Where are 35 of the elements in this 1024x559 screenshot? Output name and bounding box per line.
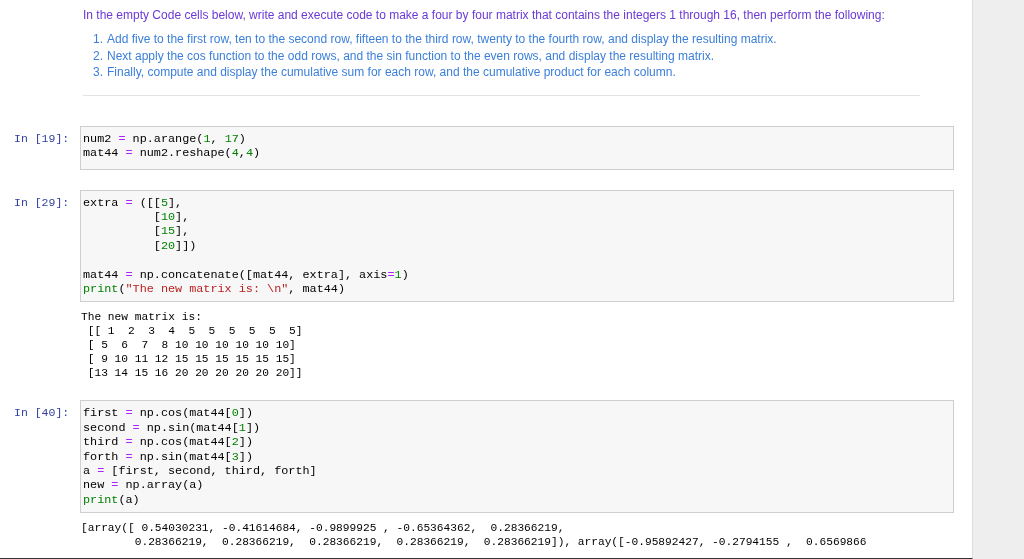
output-line: 0.28366219, 0.28366219, 0.28366219, 0.28366219, 0.28366219]), array([-0.95892427, -0.2794155 , 0.6569866 xyxy=(133,535,868,550)
code-line: print("The new matrix is: \n", mat44) xyxy=(83,281,346,297)
cell-prompt: In [40]: xyxy=(13,405,71,421)
output-line: [ 9 10 11 12 15 15 15 15 15 15] xyxy=(86,352,297,367)
code-cell[interactable]: extra = ([[5], [10], [15], [20]]) mat44 = np.concatenate([mat44, extra], axis=1) print("The new matrix is: \n", mat44) xyxy=(80,189,954,303)
step-number: 2. xyxy=(93,47,103,64)
code-line: first = np.cos(mat44[0]) xyxy=(83,406,254,421)
code-line: new = np.array(a) xyxy=(83,478,205,493)
step-text: Next apply the cos function to the odd rows, and the sin function to the even rows, and display the resulting matrix. xyxy=(107,47,715,64)
code-line: [10], xyxy=(152,209,191,225)
code-line: forth = np.sin(mat44[3]) xyxy=(83,449,254,464)
code-line: num2 = np.arange(1, 17) xyxy=(83,131,247,146)
output-line: [array([ 0.54030231, -0.41614684, -0.9899925 , -0.65364362, 0.28366219, xyxy=(81,521,566,536)
code-line: second = np.sin(mat44[1]) xyxy=(83,420,262,436)
code-cell[interactable]: first = np.cos(mat44[0]) second = np.sin(mat44[1]) third = np.cos(mat44[2]) forth = np.sin(mat44[3]) a = [first, second, third, forth] new = np.array(a) print(a) xyxy=(80,400,954,514)
code-line: a = [first, second, third, forth] xyxy=(83,463,318,479)
cell-prompt: In [19]: xyxy=(13,130,71,146)
cell-prompt: In [29]: xyxy=(13,194,71,210)
output-line: [[ 1 2 3 4 5 5 5 5 5 5] xyxy=(86,324,304,339)
code-line: print(a) xyxy=(83,492,141,508)
output-line: [ 5 6 7 8 10 10 10 10 10 10] xyxy=(86,338,297,353)
step-text: Add five to the first row, ten to the second row, fifteen to the third row, twenty to the fourth row, and display the resulting matrix. xyxy=(107,31,777,48)
code-line: mat44 = num2.reshape(4,4) xyxy=(83,145,262,161)
step-number: 1. xyxy=(93,31,103,48)
instruction-text: In the empty Code cells below, write and execute code to make a four by four matrix that contains the integers 1 through 16, then perform the following: xyxy=(83,7,886,23)
code-line: third = np.cos(mat44[2]) xyxy=(83,435,254,450)
code-cell[interactable]: num2 = np.arange(1, 17) mat44 = num2.reshape(4,4) xyxy=(80,125,954,170)
step-text: Finally, compute and display the cumulative sum for each row, and the cumulative product for each column. xyxy=(107,64,676,81)
output-line: The new matrix is: xyxy=(81,310,203,325)
code-line: [20]]) xyxy=(152,238,198,254)
code-line: extra = ([[5], xyxy=(83,195,184,210)
step-number: 3. xyxy=(93,64,103,81)
code-line: mat44 = np.concatenate([mat44, extra], axis=1) xyxy=(83,267,410,282)
output-line: [13 14 15 16 20 20 20 20 20 20]] xyxy=(86,366,304,381)
code-line: [15], xyxy=(152,224,191,239)
